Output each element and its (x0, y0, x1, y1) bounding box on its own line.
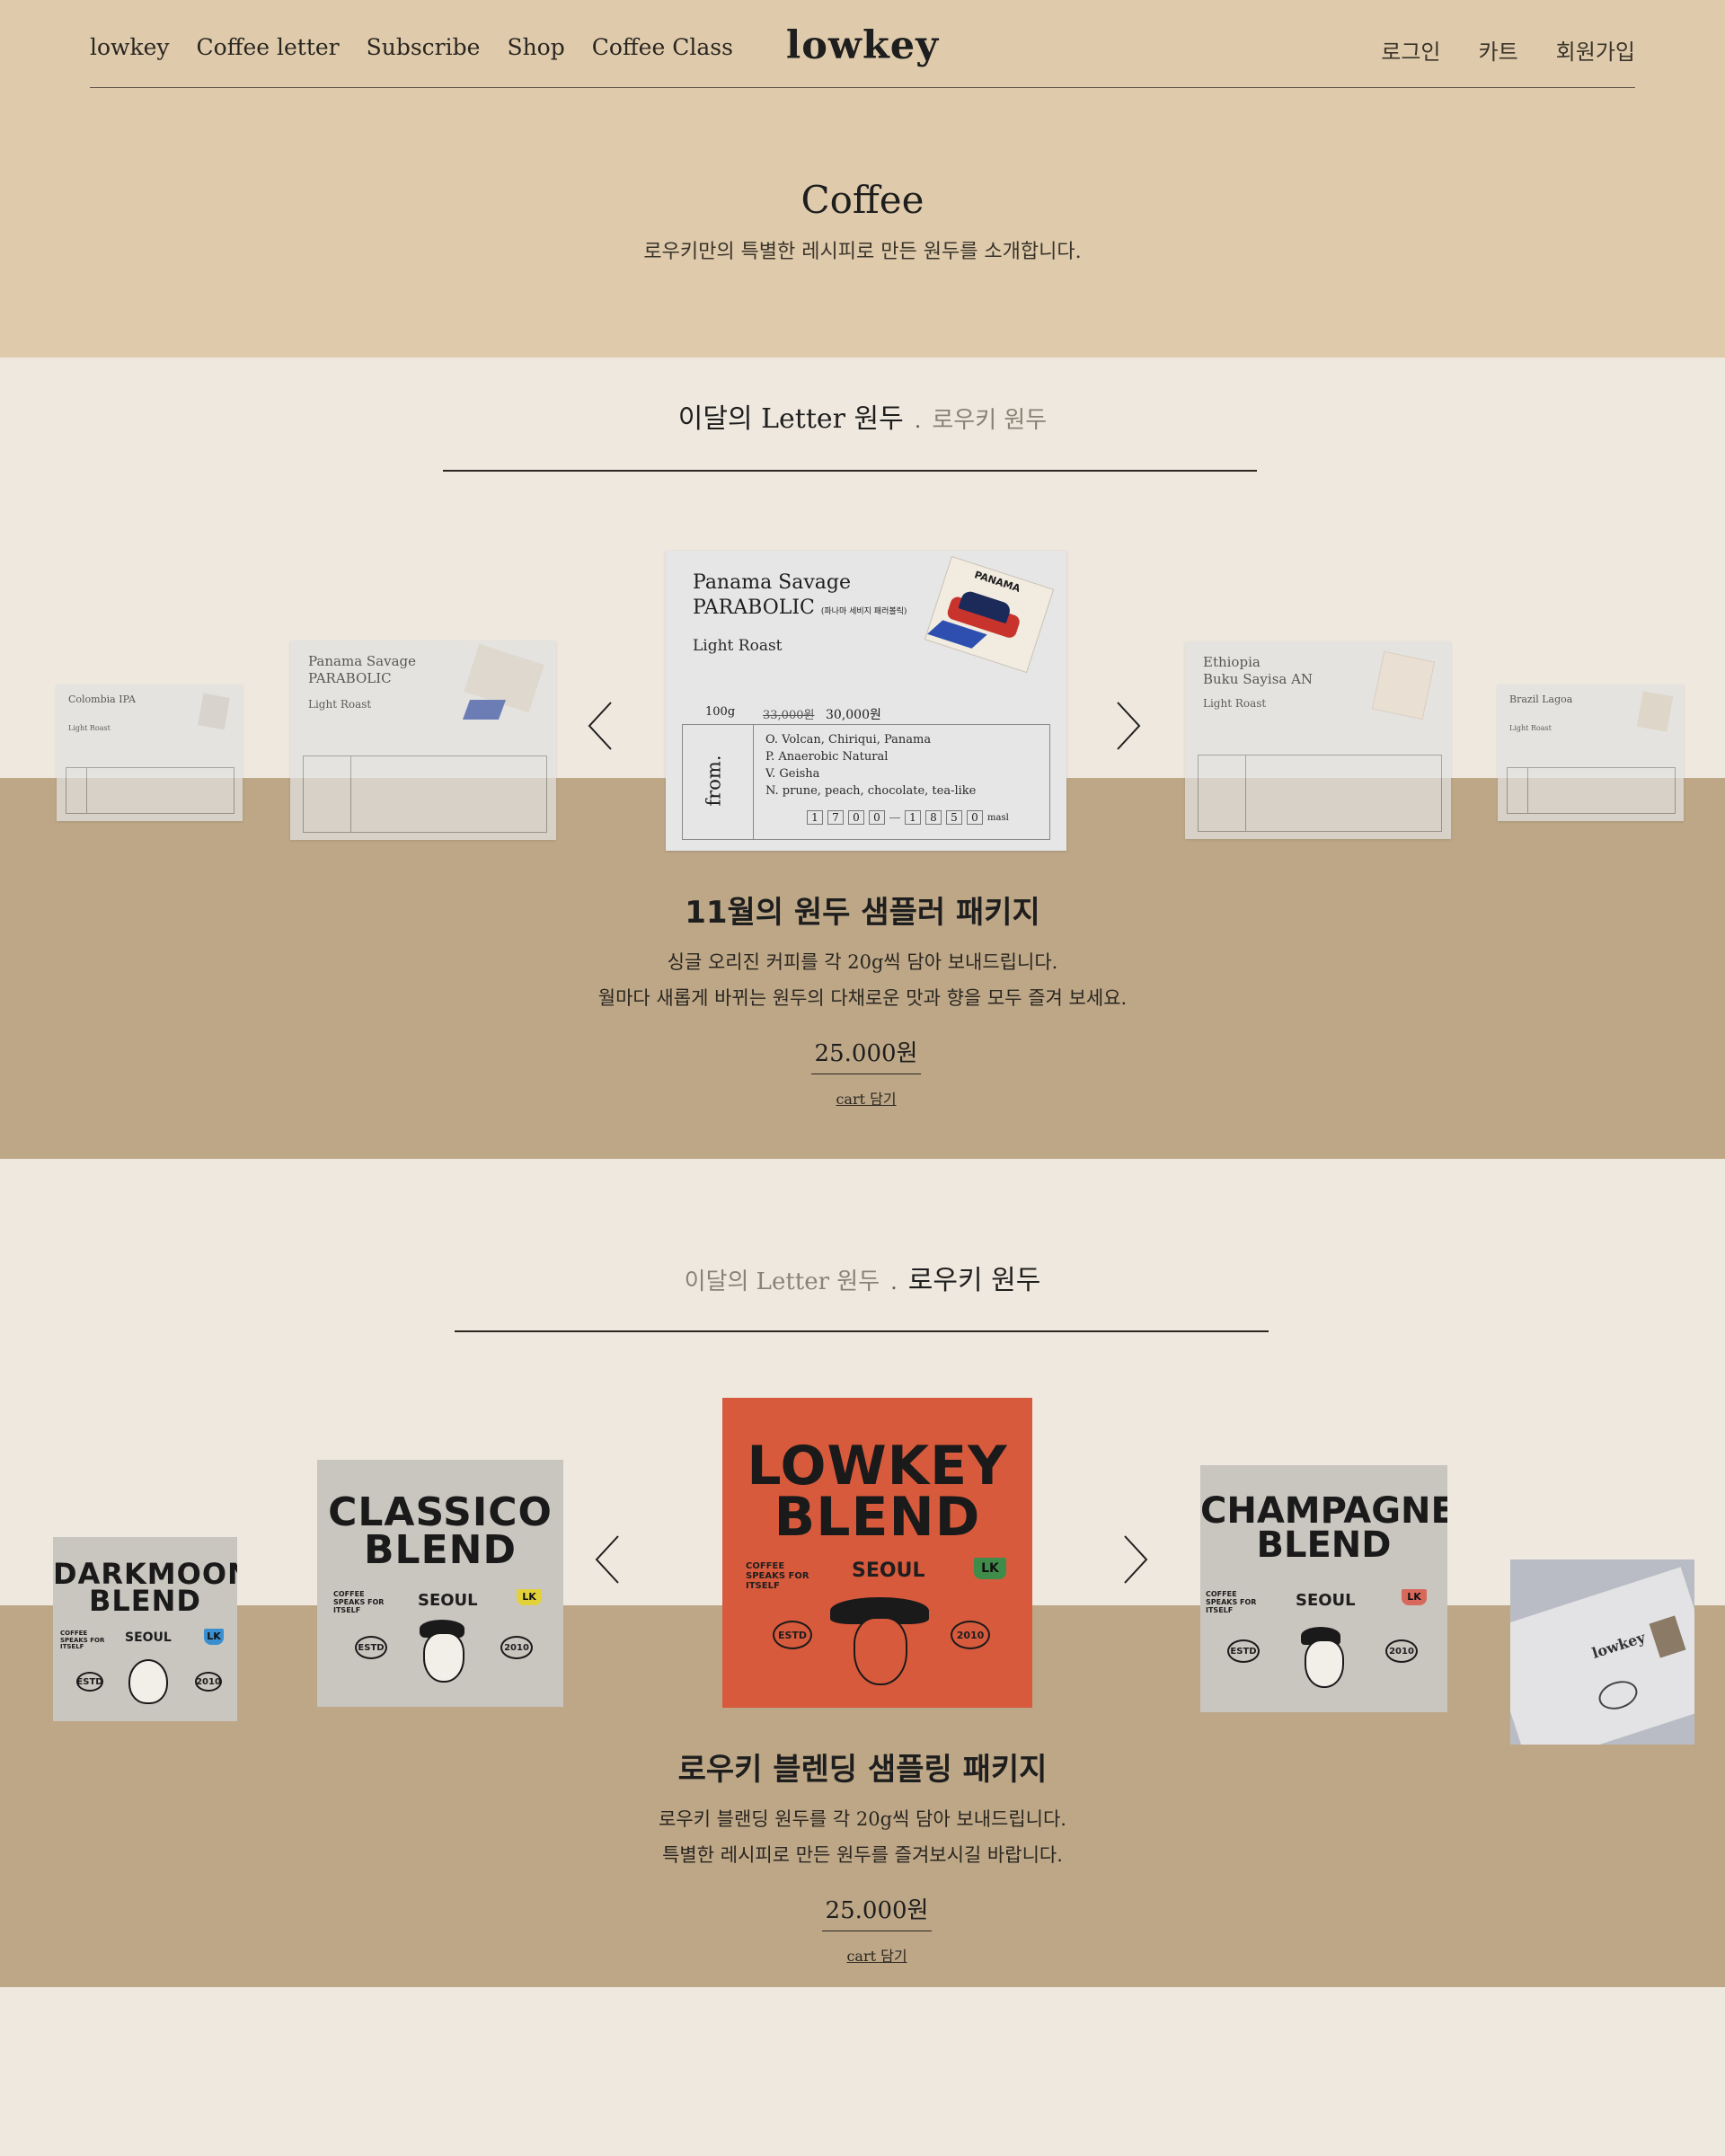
blend-cover-lowkey[interactable]: LOWKEY BLEND COFFEE SPEAKS FOR ITSELF SEO… (722, 1398, 1032, 1708)
product-title: 로우키 블렌딩 샘플링 패키지 (677, 1752, 1048, 1788)
year-oval: 2010 (1385, 1639, 1418, 1663)
face-illustration-icon (1305, 1639, 1344, 1688)
card-info-box (1507, 767, 1676, 814)
card-info-box (303, 755, 547, 833)
estd-oval: ESTD (773, 1621, 812, 1649)
product-description: 로우키 블랜딩 원두를 각 20g씩 담아 보내드립니다. 특별한 레시피로 만… (659, 1808, 1066, 1866)
card-info-box (1198, 755, 1442, 832)
estd-oval: ESTD (1227, 1639, 1260, 1663)
year-oval: 2010 (951, 1621, 990, 1649)
card-price: 30,000원 (826, 708, 881, 722)
tab-letter-beans[interactable]: 이달의 Letter 원두 (678, 403, 904, 435)
bean-card-ethiopia-buku-sayisa[interactable]: Ethiopia Buku Sayisa AN Light Roast (1185, 641, 1451, 839)
face-illustration-icon (854, 1617, 907, 1685)
user-nav: 로그인 카트 회원가입 (1381, 34, 1635, 66)
face-illustration-icon (128, 1659, 168, 1704)
stamp-image (1371, 650, 1436, 720)
card-title: Panama Savage PARABOLIC (308, 653, 417, 686)
next-arrow-icon[interactable] (1114, 701, 1143, 751)
blend-city: SEOUL (852, 1560, 925, 1582)
blend-tagline: COFFEE SPEAKS FOR ITSELF (333, 1590, 385, 1614)
panama-stamp-icon: PANAMA (924, 555, 1055, 674)
stamp-image (1636, 691, 1674, 732)
letter-section-divider (443, 470, 1257, 472)
blend-cover-darkmoon[interactable]: DARKMOON BLEND COFFEE SPEAKS FOR ITSELF S… (53, 1537, 237, 1721)
blend-cover-classico[interactable]: CLASSICO BLEND COFFEE SPEAKS FOR ITSELF S… (317, 1460, 563, 1707)
header-divider (90, 87, 1635, 88)
stamp-image (198, 693, 230, 730)
tab-separator: . (890, 1269, 898, 1294)
blend-city: SEOUL (125, 1630, 172, 1645)
from-label: from. (703, 755, 725, 807)
tab-lowkey-beans[interactable]: 로우키 원두 (932, 407, 1047, 434)
altitude-code: 1 7 0 0 1 8 5 0 masl (807, 810, 1009, 825)
card-roast: Light Roast (693, 637, 783, 655)
letter-section-tabs: 이달의 Letter 원두. 로우키 원두 (0, 396, 1725, 436)
add-to-cart-link[interactable]: cart 담기 (819, 1944, 934, 1966)
add-to-cart-link[interactable]: cart 담기 (809, 1087, 924, 1109)
year-oval: 2010 (195, 1672, 222, 1692)
card-info-box: from. O. Volcan, Chiriqui, Panama P. Ana… (682, 724, 1050, 840)
prev-arrow-icon[interactable] (593, 1534, 622, 1585)
blend-name: DARKMOON BLEND (53, 1557, 237, 1619)
prev-arrow-icon[interactable] (586, 701, 615, 751)
blend-city: SEOUL (418, 1591, 478, 1610)
card-info-box (66, 767, 234, 814)
blend-section-tabs: 이달의 Letter 원두. 로우키 원두 (0, 1258, 1725, 1297)
card-title: Brazil Lagoa (1509, 694, 1573, 705)
face-illustration-icon (423, 1632, 464, 1683)
product-title: 11월의 원두 샘플러 패키지 (685, 895, 1040, 931)
estd-oval: ESTD (355, 1636, 387, 1659)
year-oval: 2010 (500, 1636, 533, 1659)
lk-badge-icon: LK (1402, 1589, 1427, 1605)
estd-oval: ESTD (76, 1672, 103, 1692)
blend-name: CHAMPAGNE BLEND (1200, 1490, 1447, 1566)
blend-cover-champagne[interactable]: CHAMPAGNE BLEND COFFEE SPEAKS FOR ITSELF … (1200, 1465, 1447, 1712)
card-roast: Light Roast (1203, 697, 1267, 710)
blend-name: LOWKEY BLEND (747, 1435, 1008, 1549)
card-title: Ethiopia Buku Sayisa AN (1203, 654, 1314, 687)
tab-separator: . (914, 408, 922, 433)
lk-badge-icon: LK (974, 1558, 1006, 1579)
origin-notes: O. Volcan, Chiriqui, Panama P. Anaerobic… (765, 733, 977, 798)
blend-tagline: COFFEE SPEAKS FOR ITSELF (1206, 1590, 1257, 1614)
card-roast: Light Roast (1509, 724, 1552, 732)
bean-card-colombia-ipa[interactable]: Colombia IPA Light Roast (57, 685, 243, 821)
blend-section-divider (455, 1330, 1269, 1332)
card-roast: Light Roast (308, 698, 372, 711)
next-arrow-icon[interactable] (1121, 1534, 1150, 1585)
card-roast: Light Roast (68, 724, 111, 732)
card-title-korean: (파나마 세비지 패러볼릭) (820, 606, 907, 616)
bean-card-panama-small[interactable]: Panama Savage PARABOLIC Light Roast (290, 641, 556, 840)
product-price: 25.000원 (811, 1035, 921, 1074)
card-title: Panama Savage PARABOLIC (파나마 세비지 패러볼릭) (693, 571, 907, 619)
lk-badge-icon: LK (517, 1589, 542, 1605)
tab-letter-beans[interactable]: 이달의 Letter 원두 (685, 1268, 880, 1295)
cart-link[interactable]: 카트 (1479, 34, 1518, 66)
bean-card-brazil-lagoa[interactable]: Brazil Lagoa Light Roast (1498, 685, 1684, 821)
product-price: 25.000원 (822, 1892, 932, 1931)
blend-cover-lowkey-package[interactable]: lowkey (1510, 1560, 1694, 1745)
blend-city: SEOUL (1296, 1591, 1356, 1610)
weight-label: 100g (705, 705, 736, 719)
stamp-stripe (462, 700, 507, 720)
page-title: Coffee (801, 178, 924, 222)
blend-tagline: COFFEE SPEAKS FOR ITSELF (746, 1561, 809, 1591)
card-title: Colombia IPA (68, 694, 136, 705)
lk-badge-icon: LK (204, 1629, 224, 1645)
login-link[interactable]: 로그인 (1381, 34, 1440, 66)
blend-tagline: COFFEE SPEAKS FOR ITSELF (60, 1630, 105, 1651)
product-description: 싱글 오리진 커피를 각 20g씩 담아 보내드립니다. 월마다 새롭게 바뀌는… (597, 951, 1128, 1009)
tab-lowkey-beans[interactable]: 로우키 원두 (908, 1265, 1041, 1296)
old-price: 33,000원 (763, 709, 815, 722)
bean-card-panama-savage-parabolic[interactable]: Panama Savage PARABOLIC (파나마 세비지 패러볼릭) L… (666, 551, 1066, 851)
page-subtitle: 로우키만의 특별한 레시피로 만든 원두를 소개합니다. (643, 241, 1082, 263)
signup-link[interactable]: 회원가입 (1556, 34, 1635, 66)
blend-name: CLASSICO BLEND (328, 1489, 553, 1573)
